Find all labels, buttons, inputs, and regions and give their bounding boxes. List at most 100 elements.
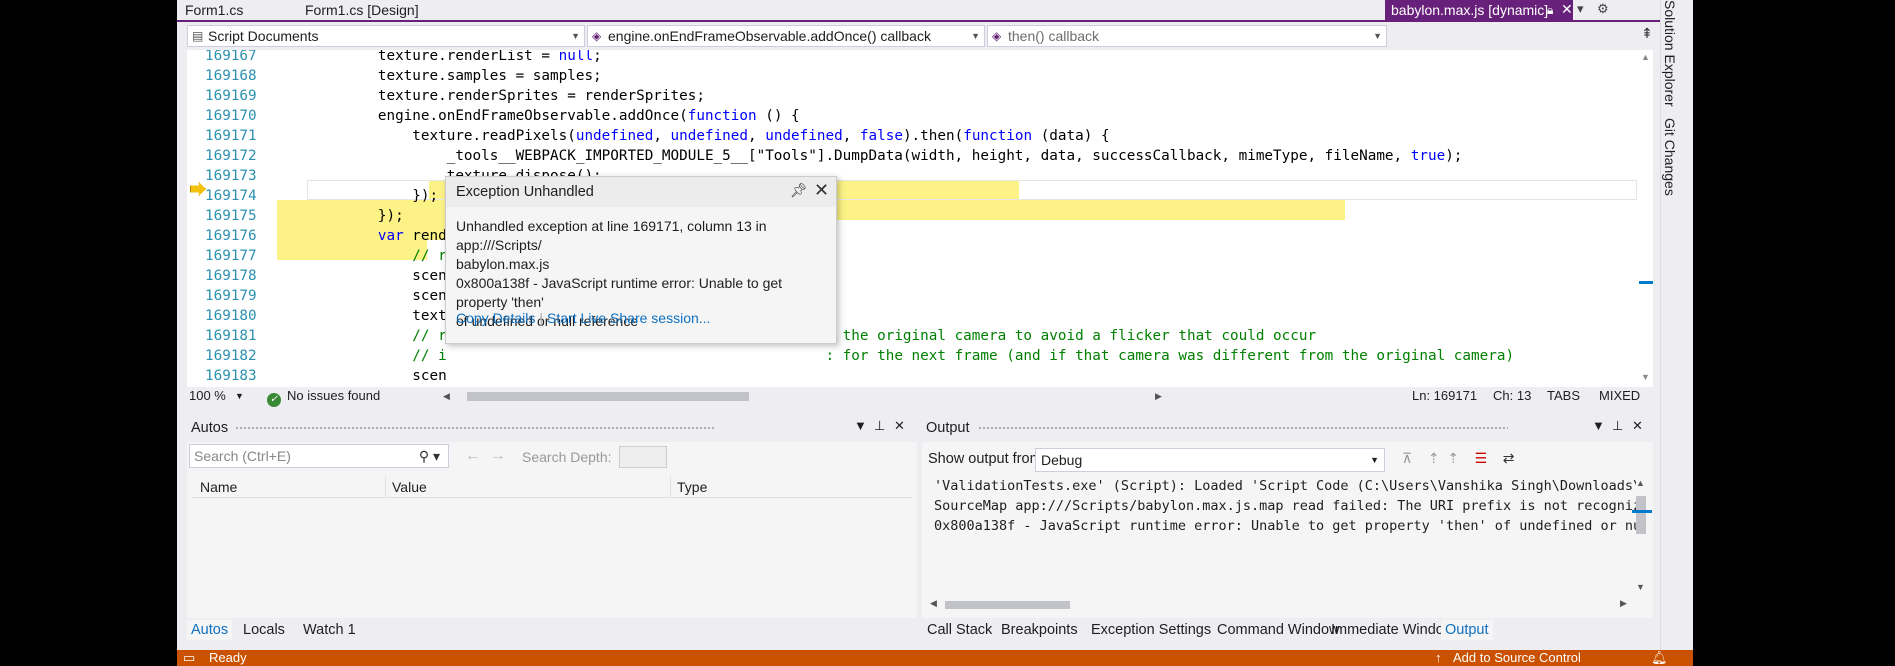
tab-list-dropdown-icon[interactable]: ▾ bbox=[1577, 1, 1584, 17]
tab-output[interactable]: Output bbox=[1441, 620, 1493, 640]
git-changes-tab[interactable]: Git Changes bbox=[1662, 118, 1678, 196]
code-text: // i : for the next frame (and if that c… bbox=[412, 348, 1515, 364]
tab-command-window[interactable]: Command Window bbox=[1213, 620, 1344, 640]
close-icon[interactable]: ✕ bbox=[814, 180, 829, 201]
scope-dropdown[interactable]: ▤ Script Documents ▼ bbox=[187, 25, 585, 47]
code-line[interactable]: 169183 scen bbox=[187, 366, 1637, 386]
split-window-icon[interactable]: ⇞ bbox=[1636, 25, 1658, 47]
close-tab-icon[interactable]: ✕ bbox=[1561, 0, 1573, 19]
output-source-dropdown[interactable]: Debug ▼ bbox=[1035, 448, 1385, 472]
member-dropdown[interactable]: ◈ engine.onEndFrameObservable.addOnce() … bbox=[587, 25, 985, 47]
tab-babylon-max-js[interactable]: babylon.max.js [dynamic] 🔒︎ ✕ bbox=[1385, 0, 1573, 20]
search-depth-label: Search Depth: bbox=[522, 449, 612, 465]
search-depth-dropdown[interactable] bbox=[619, 446, 667, 468]
add-to-source-control[interactable]: Add to Source Control bbox=[1453, 650, 1581, 665]
chevron-down-icon: ▼ bbox=[571, 31, 580, 41]
code-text: texture.renderList = null; bbox=[309, 50, 602, 64]
code-line[interactable]: 169170 engine.onEndFrameObservable.addOn… bbox=[187, 106, 1637, 126]
column-divider[interactable] bbox=[670, 476, 671, 498]
pin-icon[interactable]: ⊥ bbox=[874, 418, 885, 434]
code-line[interactable]: 169180 text bbox=[187, 306, 1637, 326]
output-text-area[interactable]: 'ValidationTests.exe' (Script): Loaded '… bbox=[926, 476, 1636, 596]
column-number: Ch: 13 bbox=[1493, 388, 1532, 403]
tab-form1-design[interactable]: Form1.cs [Design] bbox=[297, 0, 427, 20]
scroll-down-icon[interactable]: ▼ bbox=[1641, 372, 1650, 382]
chevron-down-icon: ▼ bbox=[971, 31, 980, 41]
pin-icon[interactable]: 📌︎ bbox=[790, 182, 808, 199]
scroll-left-icon[interactable]: ◀ bbox=[930, 598, 937, 609]
live-share-link[interactable]: Start Live Share session... bbox=[547, 310, 710, 326]
editor-horizontal-scroll-thumb[interactable] bbox=[467, 392, 749, 401]
notifications-icon[interactable]: 🔔︎ bbox=[1651, 650, 1668, 666]
tab-autos[interactable]: Autos bbox=[187, 620, 233, 640]
column-divider[interactable] bbox=[385, 476, 386, 498]
status-icon: ▭ bbox=[183, 650, 196, 665]
code-editor[interactable]: 169167 texture.renderList = null; 169168 … bbox=[187, 50, 1653, 387]
code-line[interactable]: 169177 // r bbox=[187, 246, 1637, 266]
code-line[interactable]: 169172 _tools__WEBPACK_IMPORTED_MODULE_5… bbox=[187, 146, 1637, 166]
goto-next-icon[interactable]: ⇡ bbox=[1428, 450, 1440, 466]
output-scroll-thumb[interactable] bbox=[1636, 496, 1646, 534]
autos-panel-header: Autos ▼ ⊥ ✕ bbox=[187, 414, 917, 442]
code-line[interactable]: 169175 }); bbox=[187, 206, 1637, 226]
close-icon[interactable]: ✕ bbox=[894, 418, 905, 434]
code-line[interactable]: 169167 texture.renderList = null; bbox=[187, 50, 1637, 66]
panel-grip[interactable] bbox=[978, 426, 1508, 431]
tab-exception-settings[interactable]: Exception Settings bbox=[1087, 620, 1215, 640]
close-icon[interactable]: ✕ bbox=[1632, 418, 1643, 434]
tab-form1-cs[interactable]: Form1.cs bbox=[177, 0, 251, 20]
code-line[interactable]: 169169 texture.renderSprites = renderSpr… bbox=[187, 86, 1637, 106]
copy-details-link[interactable]: Copy Details bbox=[456, 310, 535, 326]
solution-explorer-tab[interactable]: Solution Explorer bbox=[1662, 0, 1678, 107]
panel-dropdown-icon[interactable]: ▼ bbox=[1592, 418, 1605, 433]
scroll-up-icon[interactable]: ▲ bbox=[1636, 478, 1645, 488]
code-text: scen bbox=[309, 288, 447, 304]
issues-indicator[interactable]: ✓ No issues found bbox=[267, 388, 380, 407]
code-line[interactable]: 169181 // r the original camera to avoid… bbox=[187, 326, 1637, 346]
col-name[interactable]: Name bbox=[200, 479, 237, 495]
autos-grid-body[interactable] bbox=[192, 500, 912, 608]
settings-gear-icon[interactable]: ⚙ bbox=[1597, 1, 1609, 17]
goto-previous-icon[interactable]: ⊼ bbox=[1402, 450, 1412, 466]
code-line[interactable]: 169168 texture.samples = samples; bbox=[187, 66, 1637, 86]
line-ending-indicator[interactable]: MIXED bbox=[1599, 388, 1640, 403]
output-horizontal-scrollbar[interactable]: ◀ ▶ bbox=[930, 598, 1630, 610]
scroll-up-icon[interactable]: ▲ bbox=[1641, 52, 1650, 62]
output-hscroll-thumb[interactable] bbox=[945, 601, 1070, 609]
panel-dropdown-icon[interactable]: ▼ bbox=[854, 418, 867, 433]
search-icon[interactable]: ⚲ ▾ bbox=[419, 445, 440, 467]
show-output-label: Show output from: bbox=[928, 451, 1046, 467]
code-line[interactable]: 169171 texture.readPixels(undefined, und… bbox=[187, 126, 1637, 146]
code-line[interactable]: 169182 // i : for the next frame (and if… bbox=[187, 346, 1637, 366]
tab-watch-1[interactable]: Watch 1 bbox=[299, 620, 360, 640]
code-line[interactable]: 169173 texture.dispose(); bbox=[187, 166, 1637, 186]
col-type[interactable]: Type bbox=[677, 479, 707, 495]
col-value[interactable]: Value bbox=[392, 479, 427, 495]
zoom-dropdown-icon[interactable]: ▼ bbox=[235, 391, 244, 401]
scroll-right-icon[interactable]: ▶ bbox=[1620, 598, 1627, 609]
code-line[interactable]: 169179 scen bbox=[187, 286, 1637, 306]
code-line[interactable]: 169174 }); bbox=[187, 186, 1637, 206]
submember-dropdown[interactable]: ◈ then() callback ▼ bbox=[987, 25, 1387, 47]
code-line[interactable]: 169178 scen bbox=[187, 266, 1637, 286]
clear-all-icon[interactable]: ☰ bbox=[1475, 450, 1488, 466]
code-text: var rend bbox=[377, 228, 447, 244]
tabs-indicator[interactable]: TABS bbox=[1547, 388, 1580, 403]
scroll-right-icon[interactable]: ▶ bbox=[1155, 391, 1162, 402]
autos-search-input[interactable]: Search (Ctrl+E) ⚲ ▾ bbox=[189, 444, 449, 468]
tab-breakpoints[interactable]: Breakpoints bbox=[997, 620, 1082, 640]
scroll-down-icon[interactable]: ▼ bbox=[1636, 582, 1645, 592]
editor-vertical-scrollbar[interactable]: ▲ ▼ bbox=[1639, 50, 1653, 387]
code-line[interactable]: 169176 var rend bbox=[187, 226, 1637, 246]
search-back-forward-icon[interactable]: ← → bbox=[465, 447, 506, 465]
output-vertical-scrollbar[interactable]: ▲ ▼ bbox=[1632, 476, 1652, 596]
zoom-level[interactable]: 100 % bbox=[189, 388, 226, 403]
goto-next-message-icon[interactable]: ⇡ bbox=[1447, 450, 1459, 466]
tab-locals[interactable]: Locals bbox=[239, 620, 289, 640]
panel-grip[interactable] bbox=[235, 426, 715, 431]
scroll-left-icon[interactable]: ◀ bbox=[443, 391, 450, 402]
tab-immediate-window[interactable]: Immediate Window bbox=[1327, 620, 1458, 640]
tab-call-stack[interactable]: Call Stack bbox=[923, 620, 996, 640]
word-wrap-icon[interactable]: ⇄ bbox=[1503, 450, 1515, 466]
pin-icon[interactable]: ⊥ bbox=[1612, 418, 1623, 434]
